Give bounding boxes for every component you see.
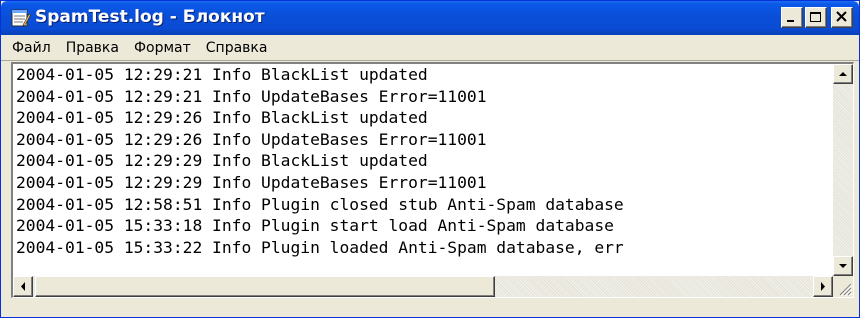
caption-buttons — [781, 7, 853, 28]
scroll-right-button[interactable] — [813, 276, 833, 297]
vertical-scrollbar[interactable] — [833, 64, 853, 276]
log-line: 2004-01-05 15:33:22 Info Plugin loaded A… — [16, 237, 624, 257]
menu-edit[interactable]: Правка — [59, 38, 126, 58]
log-line: 2004-01-05 12:29:21 Info BlackList updat… — [16, 65, 428, 84]
arrow-left-icon — [21, 282, 25, 291]
maximize-icon — [810, 12, 821, 22]
scroll-up-button[interactable] — [833, 64, 853, 84]
horizontal-scrollbar[interactable] — [13, 276, 833, 297]
edit-area-frame: 2004-01-05 12:29:21 Info BlackList updat… — [11, 62, 854, 298]
arrow-up-icon — [839, 72, 847, 76]
resize-grip[interactable] — [833, 276, 853, 297]
menu-file[interactable]: Файл — [5, 38, 58, 58]
log-line: 2004-01-05 12:29:29 Info UpdateBases Err… — [16, 172, 487, 192]
minimize-icon — [787, 20, 794, 22]
notepad-window: SpamTest.log - Блокнот Файл Правка Форма… — [0, 0, 860, 318]
text-editor[interactable]: 2004-01-05 12:29:21 Info BlackList updat… — [13, 64, 833, 276]
log-line: 2004-01-05 12:29:29 Info BlackList updat… — [16, 151, 428, 171]
scroll-down-button[interactable] — [833, 256, 853, 276]
log-line: 2004-01-05 12:29:21 Info UpdateBases Err… — [16, 86, 487, 106]
horizontal-scroll-thumb[interactable] — [35, 276, 495, 297]
log-line: 2004-01-05 12:58:51 Info Plugin closed s… — [16, 194, 624, 214]
scroll-left-button[interactable] — [13, 276, 33, 297]
notepad-icon — [9, 8, 31, 28]
title-bar[interactable]: SpamTest.log - Блокнот — [1, 1, 859, 35]
window-bottom-edge — [1, 300, 859, 317]
arrow-right-icon — [821, 282, 825, 291]
resize-grip-icon — [839, 283, 853, 297]
maximize-button[interactable] — [805, 7, 827, 28]
close-icon — [836, 11, 847, 22]
menu-format[interactable]: Формат — [127, 38, 198, 58]
log-line: 2004-01-05 12:29:26 Info BlackList updat… — [16, 108, 428, 128]
menu-bar: Файл Правка Формат Справка — [1, 35, 859, 61]
window-title: SpamTest.log - Блокнот — [35, 7, 265, 27]
log-line: 2004-01-05 12:29:26 Info UpdateBases Err… — [16, 129, 487, 149]
arrow-down-icon — [839, 264, 847, 268]
log-line: 2004-01-05 15:33:18 Info Plugin start lo… — [16, 216, 614, 236]
minimize-button[interactable] — [781, 7, 803, 28]
menu-help[interactable]: Справка — [199, 38, 275, 58]
close-button[interactable] — [831, 7, 853, 28]
